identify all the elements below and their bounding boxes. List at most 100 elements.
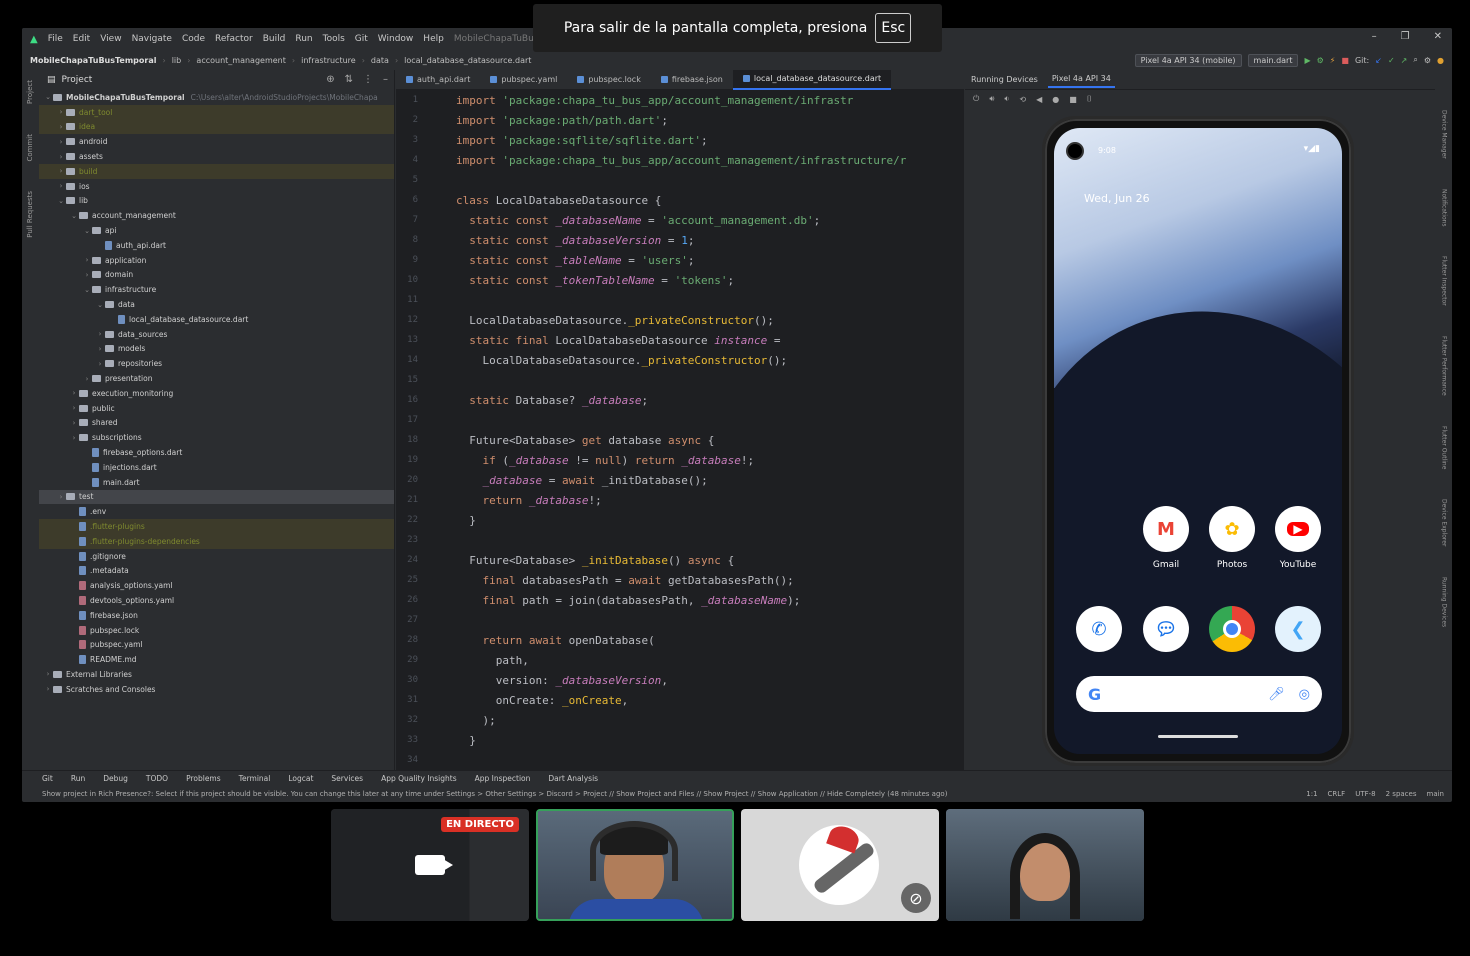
git-commit-icon[interactable]: ✓ <box>1388 56 1395 65</box>
code-line[interactable]: 5 <box>396 170 964 190</box>
esc-key[interactable]: Esc <box>875 13 912 43</box>
code-line[interactable]: 19 if (_database != null) return _databa… <box>396 450 964 470</box>
tile-participant-2[interactable]: ⊘ <box>741 809 939 921</box>
menu-item[interactable]: Build <box>263 34 286 44</box>
flutter-performance-tab[interactable]: Flutter Performance <box>1441 336 1448 396</box>
chevron-right-icon[interactable]: › <box>95 345 105 353</box>
menu-item[interactable]: Edit <box>73 34 90 44</box>
code-line[interactable]: 29 path, <box>396 650 964 670</box>
emulator-screen[interactable]: 9:08 ▾◢▮ Wed, Jun 26 M Gmail ✿ Photos ▶ … <box>1054 128 1342 754</box>
tree-file[interactable]: analysis_options.yaml <box>39 578 394 593</box>
chevron-right-icon[interactable]: › <box>43 670 53 678</box>
device-selector[interactable]: Pixel 4a API 34 (mobile) <box>1134 53 1242 67</box>
search-icon[interactable]: ⌕ <box>1413 55 1417 65</box>
code-line[interactable]: 30 version: _databaseVersion, <box>396 670 964 690</box>
tree-file[interactable]: .flutter-plugins-dependencies <box>39 533 394 549</box>
flutter-inspector-tab[interactable]: Flutter Inspector <box>1441 256 1448 306</box>
chevron-right-icon[interactable]: › <box>82 256 92 264</box>
code-line[interactable]: 1 import 'package:chapa_tu_bus_app/accoun… <box>396 90 964 110</box>
code-line[interactable]: 24 Future<Database> _initDatabase() asyn… <box>396 550 964 570</box>
tree-file[interactable]: injections.dart <box>39 460 394 475</box>
code-line[interactable]: 6 class LocalDatabaseDatasource { <box>396 190 964 210</box>
code-line[interactable]: 12 LocalDatabaseDatasource._privateConst… <box>396 310 964 330</box>
chevron-right-icon[interactable]: › <box>56 123 66 131</box>
chevron-right-icon[interactable]: › <box>43 685 53 693</box>
editor-tab[interactable]: pubspec.yaml <box>480 70 567 90</box>
notifications-tab[interactable]: Notifications <box>1441 189 1448 227</box>
code-line[interactable]: 28 return await openDatabase( <box>396 630 964 650</box>
tree-file[interactable]: .flutter-plugins <box>39 519 394 534</box>
tree-folder[interactable]: › dart_tool <box>39 104 394 120</box>
code-line[interactable]: 4 import 'package:chapa_tu_bus_app/accoun… <box>396 150 964 170</box>
hide-icon[interactable]: – <box>383 74 388 85</box>
hot-reload-icon[interactable]: ⚡ <box>1330 56 1336 65</box>
breadcrumb-item[interactable]: account_management <box>196 56 285 65</box>
tool-window-button[interactable]: Debug <box>103 774 128 783</box>
home-date[interactable]: Wed, Jun 26 <box>1084 192 1150 205</box>
chevron-right-icon[interactable]: › <box>56 138 66 146</box>
code-line[interactable]: 14 LocalDatabaseDatasource._privateConst… <box>396 350 964 370</box>
tree-folder[interactable]: › shared <box>39 416 394 431</box>
code-line[interactable]: 23 <box>396 530 964 550</box>
power-icon[interactable]: ⏻ <box>973 94 979 104</box>
youtube-app-icon[interactable]: ▶ <box>1275 506 1321 552</box>
close-icon[interactable]: ✕ <box>1434 31 1442 42</box>
code-line[interactable]: 9 static const _tableName = 'users'; <box>396 250 964 270</box>
tool-window-button[interactable]: Git <box>42 774 53 783</box>
code-line[interactable]: 17 <box>396 410 964 430</box>
tree-folder[interactable]: › Scratches and Consoles <box>39 682 394 697</box>
tool-window-button[interactable]: Problems <box>186 774 221 783</box>
breadcrumb-item[interactable]: lib <box>172 56 182 65</box>
debug-icon[interactable]: ⚙ <box>1317 56 1324 65</box>
code-line[interactable]: 33 } <box>396 730 964 750</box>
tree-folder[interactable]: › ios <box>39 179 394 194</box>
settings-icon[interactable]: ⚙ <box>1424 56 1431 65</box>
code-line[interactable]: 21 return _database!; <box>396 490 964 510</box>
code-line[interactable]: 31 onCreate: _onCreate, <box>396 690 964 710</box>
git-branch[interactable]: main <box>1427 790 1445 798</box>
project-tool-tab[interactable]: Project <box>26 80 34 104</box>
tree-file[interactable]: .metadata <box>39 564 394 579</box>
indent-setting[interactable]: 2 spaces <box>1386 790 1417 798</box>
tree-file[interactable]: README.md <box>39 652 394 667</box>
menu-item[interactable]: View <box>100 34 121 44</box>
code-line[interactable]: 15 <box>396 370 964 390</box>
chevron-right-icon[interactable]: › <box>69 434 79 442</box>
code-line[interactable]: 18 Future<Database> get database async { <box>396 430 964 450</box>
tree-folder[interactable]: › assets <box>39 149 394 164</box>
locate-icon[interactable]: ⊕ <box>326 74 334 85</box>
code-line[interactable]: 26 final path = join(databasesPath, _dat… <box>396 590 964 610</box>
tree-folder[interactable]: › test <box>39 489 394 505</box>
gmail-app-icon[interactable]: M <box>1143 506 1189 552</box>
menu-item[interactable]: Run <box>295 34 312 44</box>
lens-icon[interactable]: ◎ <box>1299 687 1310 702</box>
tree-folder[interactable]: ⌄ api <box>39 223 394 238</box>
device-explorer-tab[interactable]: Device Explorer <box>1441 499 1448 546</box>
project-root[interactable]: ⌄ MobileChapaTuBusTemporal C:\Users\alte… <box>39 90 394 105</box>
chevron-down-icon[interactable]: ⌄ <box>95 301 105 309</box>
code-line[interactable]: 25 final databasesPath = await getDataba… <box>396 570 964 590</box>
tree-file[interactable]: local_database_datasource.dart <box>39 312 394 327</box>
tool-window-button[interactable]: App Inspection <box>475 774 531 783</box>
tile-presentation[interactable]: EN DIRECTO <box>331 809 529 921</box>
tree-folder[interactable]: › subscriptions <box>39 430 394 445</box>
messages-app-icon[interactable]: 💬︎ <box>1143 606 1189 652</box>
chevron-right-icon[interactable]: › <box>95 330 105 338</box>
flutter-app-icon[interactable]: ❮ <box>1275 606 1321 652</box>
options-icon[interactable]: ⋮ <box>363 74 373 85</box>
chevron-right-icon[interactable]: › <box>95 360 105 368</box>
tree-folder[interactable]: › build <box>39 163 394 179</box>
photos-app-icon[interactable]: ✿ <box>1209 506 1255 552</box>
menu-item[interactable]: Tools <box>323 34 345 44</box>
back-icon[interactable]: ◀ <box>1036 95 1042 104</box>
breadcrumb-root[interactable]: MobileChapaTuBusTemporal <box>30 56 156 65</box>
chevron-right-icon[interactable]: › <box>69 404 79 412</box>
run-config-selector[interactable]: main.dart <box>1247 53 1299 67</box>
chevron-down-icon[interactable]: ⌄ <box>56 197 66 205</box>
pull-requests-tool-tab[interactable]: Pull Requests <box>26 191 34 238</box>
chevron-down-icon[interactable]: ⌄ <box>69 212 79 220</box>
code-line[interactable]: 2 import 'package:path/path.dart'; <box>396 110 964 130</box>
tree-folder[interactable]: › execution_monitoring <box>39 386 394 401</box>
menu-item[interactable]: Refactor <box>215 34 253 44</box>
tree-file[interactable]: main.dart <box>39 475 394 490</box>
